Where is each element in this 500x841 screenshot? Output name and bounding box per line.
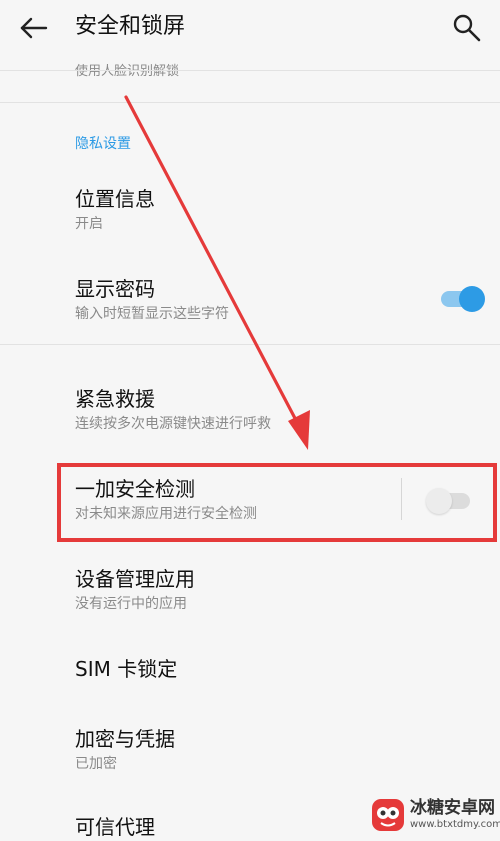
face-unlock-subtitle: 使用人脸识别解锁 (75, 64, 180, 79)
show-password-toggle[interactable] (441, 286, 485, 312)
annotation-highlight-box (57, 463, 497, 542)
item-subtitle: 输入时短暂显示这些字符 (75, 306, 229, 322)
search-icon (453, 14, 481, 42)
settings-item-show-password[interactable]: 显示密码 输入时短暂显示这些字符 (0, 262, 500, 338)
group-divider (0, 344, 500, 345)
settings-item-emergency-sos[interactable]: 紧急救援 连续按多次电源键快速进行呼救 (0, 372, 500, 442)
item-subtitle: 已加密 (75, 756, 117, 772)
back-button[interactable] (14, 12, 54, 52)
item-subtitle: 开启 (75, 216, 103, 232)
search-button[interactable] (448, 10, 488, 50)
settings-item-device-admin-apps[interactable]: 设备管理应用 没有运行中的应用 (0, 552, 500, 622)
item-title: 加密与凭据 (75, 727, 175, 751)
watermark-url: www.btxtdmy.com (410, 819, 500, 830)
top-app-bar: 安全和锁屏 (0, 0, 500, 70)
item-title: 显示密码 (75, 277, 155, 301)
item-title: 位置信息 (75, 187, 155, 211)
item-title: 紧急救援 (75, 387, 155, 411)
item-title: 设备管理应用 (75, 567, 195, 591)
settings-item-encryption-credentials[interactable]: 加密与凭据 已加密 (0, 712, 500, 782)
watermark-logo-icon (372, 799, 404, 831)
item-subtitle: 没有运行中的应用 (75, 596, 187, 612)
page-title: 安全和锁屏 (75, 14, 186, 39)
watermark-name: 冰糖安卓网 (410, 798, 495, 818)
item-title: 可信代理 (75, 815, 155, 839)
settings-item-location[interactable]: 位置信息 开启 (0, 172, 500, 242)
arrow-left-icon (20, 17, 48, 39)
settings-item-sim-lock[interactable]: SIM 卡锁定 (0, 642, 500, 702)
header-divider (0, 70, 500, 71)
section-header-privacy: 隐私设置 (75, 136, 131, 152)
watermark: 冰糖安卓网 www.btxtdmy.com (370, 795, 500, 835)
toggle-knob (459, 286, 485, 312)
item-subtitle: 连续按多次电源键快速进行呼救 (75, 416, 271, 432)
item-title: SIM 卡锁定 (75, 657, 178, 681)
section-divider (0, 102, 500, 103)
